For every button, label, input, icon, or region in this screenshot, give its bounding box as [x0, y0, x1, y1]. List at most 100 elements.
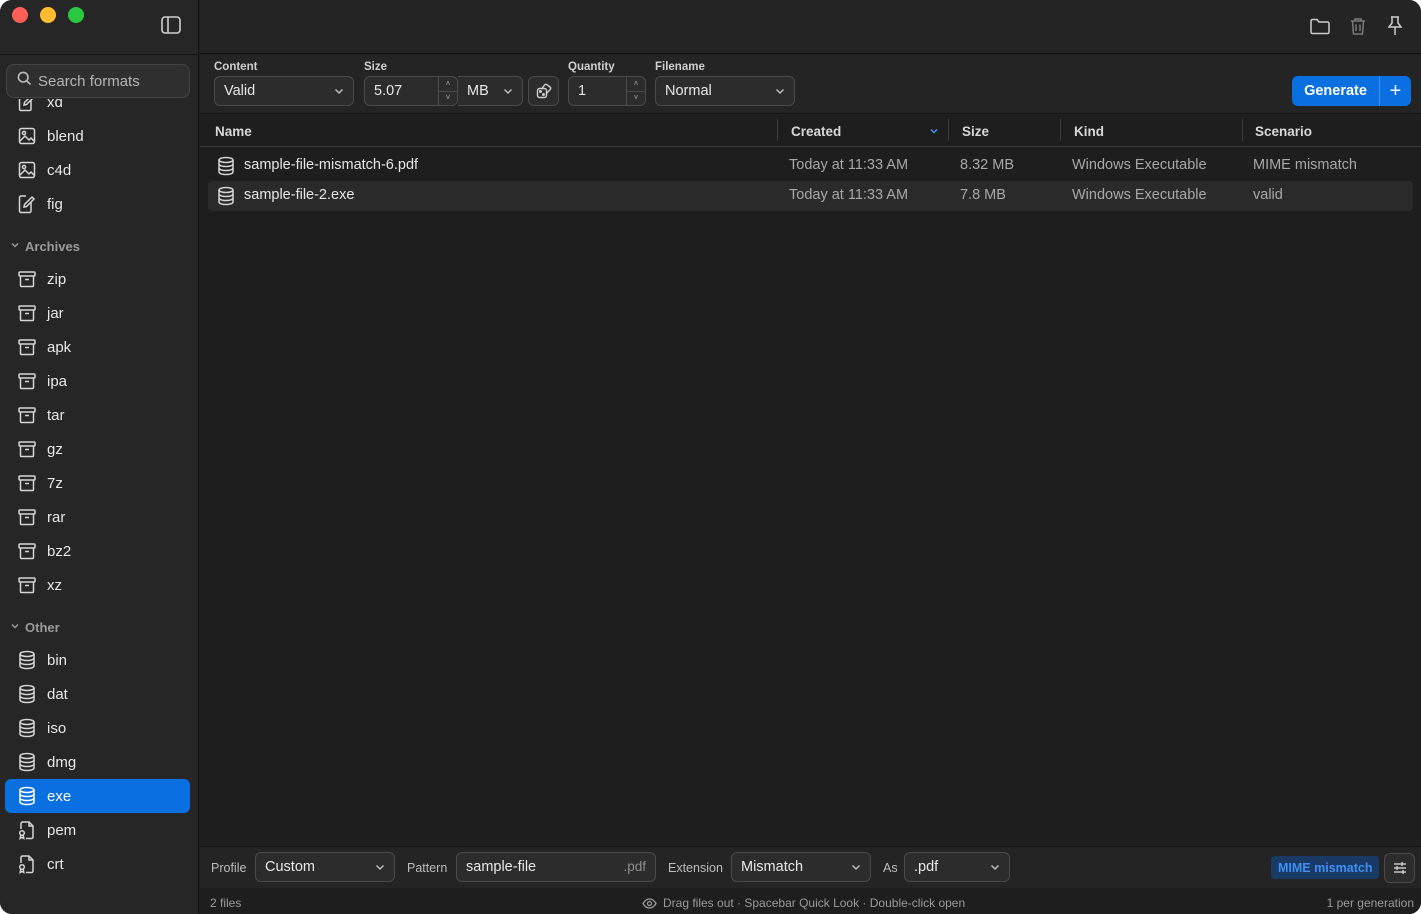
- archive-box-icon: [16, 574, 38, 596]
- settings-sliders-button[interactable]: [1384, 853, 1415, 883]
- database-icon: [216, 156, 236, 180]
- sidebar-item-dmg[interactable]: dmg: [5, 745, 190, 779]
- content-select[interactable]: Valid: [214, 76, 354, 106]
- profile-select[interactable]: Custom: [255, 852, 395, 882]
- column-header-scenario[interactable]: Scenario: [1255, 124, 1312, 139]
- extension-value: Mismatch: [741, 859, 804, 875]
- pattern-field[interactable]: sample-file .pdf: [456, 852, 656, 882]
- pen-document-icon: [16, 99, 38, 113]
- chevron-down-icon: [10, 240, 20, 253]
- stepper-up-icon[interactable]: ˄: [439, 77, 457, 92]
- sidebar-item-zip[interactable]: zip: [5, 262, 190, 296]
- sidebar-item-ipa[interactable]: ipa: [5, 364, 190, 398]
- sidebar-item-xz[interactable]: xz: [5, 568, 190, 602]
- sidebar-item-iso[interactable]: iso: [5, 711, 190, 745]
- as-label: As: [883, 861, 898, 875]
- sidebar-item-xd[interactable]: xd: [5, 99, 190, 119]
- chevron-down-icon: [375, 864, 385, 871]
- extension-select[interactable]: Mismatch: [731, 852, 871, 882]
- sidebar-item-label: exe: [47, 787, 72, 805]
- quantity-value: 1: [578, 83, 587, 99]
- traffic-lights: [12, 7, 84, 23]
- as-extension-select[interactable]: .pdf: [904, 852, 1010, 882]
- sidebar-item-bin[interactable]: bin: [5, 643, 190, 677]
- column-header-name[interactable]: Name: [215, 124, 252, 139]
- sidebar-group-other[interactable]: Other: [0, 612, 199, 643]
- sidebar-item-label: xd: [47, 99, 63, 111]
- table-row[interactable]: sample-file-mismatch-6.pdf Today at 11:33…: [208, 151, 1413, 181]
- add-generation-button[interactable]: +: [1380, 80, 1411, 103]
- sidebar-item-pem[interactable]: pem: [5, 813, 190, 847]
- sidebar-item-label: bz2: [47, 542, 72, 560]
- sidebar-item-7z[interactable]: 7z: [5, 466, 190, 500]
- search-input[interactable]: [38, 72, 178, 90]
- quantity-label: Quantity: [568, 61, 615, 73]
- stepper-up-icon[interactable]: ˄: [627, 77, 645, 92]
- eye-icon: [642, 897, 657, 909]
- sidebar-item-blend[interactable]: blend: [5, 119, 190, 153]
- trash-icon[interactable]: [1346, 14, 1370, 38]
- search-field[interactable]: [6, 64, 190, 98]
- size-unit-select[interactable]: MB: [458, 76, 523, 106]
- cell-scenario: valid: [1253, 187, 1283, 203]
- sidebar-item-bz2[interactable]: bz2: [5, 534, 190, 568]
- image-icon: [16, 125, 38, 147]
- column-header-size[interactable]: Size: [962, 124, 989, 139]
- sidebar-item-exe[interactable]: exe: [5, 779, 190, 813]
- column-header-created[interactable]: Created: [791, 124, 841, 139]
- sidebar-group-archives[interactable]: Archives: [0, 231, 199, 262]
- column-divider[interactable]: [1060, 119, 1061, 141]
- zoom-window-button[interactable]: [68, 7, 84, 23]
- per-generation: 1 per generation: [1326, 896, 1414, 910]
- quantity-stepper-arrows[interactable]: ˄ ˅: [626, 77, 645, 105]
- pen-document-icon: [16, 193, 38, 215]
- sidebar-item-c4d[interactable]: c4d: [5, 153, 190, 187]
- sidebar-item-rar[interactable]: rar: [5, 500, 190, 534]
- quantity-stepper[interactable]: 1 ˄ ˅: [568, 76, 646, 106]
- chevron-down-icon: [10, 621, 20, 634]
- folder-icon[interactable]: [1308, 14, 1332, 38]
- size-value: 5.07: [374, 83, 403, 99]
- app-window: xd blend c4d fig Archives zip jar apk ipa tar gz 7z…: [0, 0, 1421, 914]
- sidebar-item-gz[interactable]: gz: [5, 432, 190, 466]
- randomize-size-button[interactable]: [528, 76, 559, 106]
- filename-select[interactable]: Normal: [655, 76, 795, 106]
- archive-box-icon: [16, 336, 38, 358]
- sidebar-item-dat[interactable]: dat: [5, 677, 190, 711]
- stepper-down-icon[interactable]: ˅: [627, 92, 645, 106]
- sidebar-toggle-icon[interactable]: [160, 15, 182, 35]
- sidebar-item-label: dmg: [47, 753, 77, 771]
- sort-descending-icon[interactable]: [929, 126, 939, 136]
- minimize-window-button[interactable]: [40, 7, 56, 23]
- size-stepper-arrows[interactable]: ˄ ˅: [438, 77, 457, 105]
- pattern-suffix: .pdf: [623, 859, 646, 874]
- column-divider[interactable]: [1242, 119, 1243, 141]
- database-icon: [16, 717, 38, 739]
- archive-box-icon: [16, 302, 38, 324]
- size-label: Size: [364, 61, 388, 73]
- table-row[interactable]: sample-file-2.exe Today at 11:33 AM 7.8 MB…: [208, 181, 1413, 211]
- sidebar-item-crt[interactable]: crt: [5, 847, 190, 881]
- column-header-kind[interactable]: Kind: [1074, 124, 1104, 139]
- archive-box-icon: [16, 268, 38, 290]
- sidebar-item-label: bin: [47, 651, 68, 669]
- sidebar-item-label: pem: [47, 821, 77, 839]
- sidebar-group-label: Other: [25, 620, 60, 635]
- sidebar-item-apk[interactable]: apk: [5, 330, 190, 364]
- chevron-down-icon: [503, 88, 513, 95]
- column-divider[interactable]: [777, 119, 778, 141]
- main-panel: Content Valid Size 5.07 ˄ ˅ MB Quantity 1…: [200, 0, 1421, 914]
- cell-scenario: MIME mismatch: [1253, 157, 1357, 173]
- sidebar-item-tar[interactable]: tar: [5, 398, 190, 432]
- sidebar-item-jar[interactable]: jar: [5, 296, 190, 330]
- sidebar-item-label: c4d: [47, 161, 72, 179]
- archive-box-icon: [16, 540, 38, 562]
- pin-icon[interactable]: [1383, 14, 1407, 38]
- size-stepper[interactable]: 5.07 ˄ ˅: [364, 76, 458, 106]
- generate-button[interactable]: Generate: [1292, 83, 1379, 99]
- sidebar-item-fig[interactable]: fig: [5, 187, 190, 221]
- image-icon: [16, 159, 38, 181]
- column-divider[interactable]: [948, 119, 949, 141]
- close-window-button[interactable]: [12, 7, 28, 23]
- stepper-down-icon[interactable]: ˅: [439, 92, 457, 106]
